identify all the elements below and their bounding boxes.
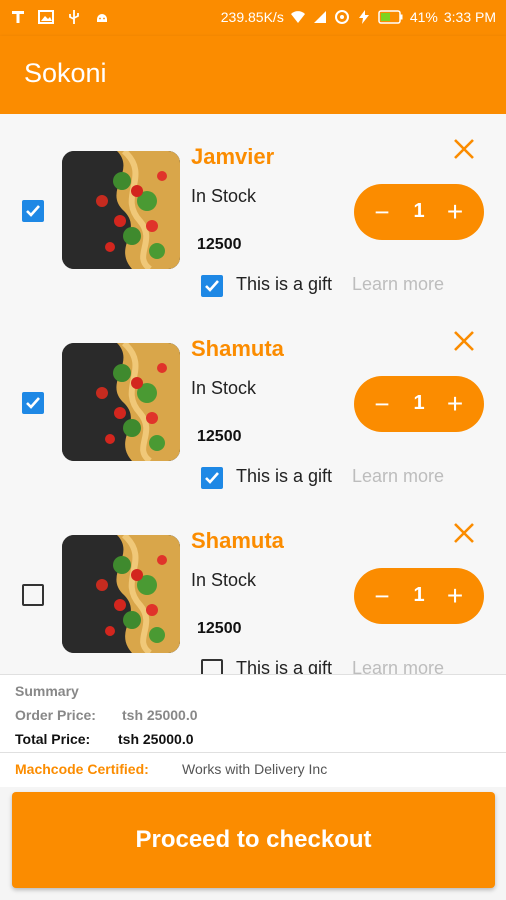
gift-checkbox[interactable] — [201, 659, 223, 674]
app-bar: Sokoni — [0, 36, 506, 114]
certification-row: Machcode Certified: Works with Delivery … — [0, 752, 506, 787]
quantity-value: 1 — [413, 392, 425, 414]
summary-title: Summary — [15, 683, 79, 699]
cart-item: Shamuta In Stock 12500 − 1 + This is a g… — [0, 306, 506, 498]
quantity-value: 1 — [413, 584, 425, 606]
charging-bolt-icon — [358, 10, 369, 24]
gift-label[interactable]: This is a gift — [236, 466, 332, 487]
proceed-to-checkout-button[interactable]: Proceed to checkout — [12, 792, 495, 888]
select-item-checkbox[interactable] — [22, 200, 44, 222]
total-price-label: Total Price: — [15, 731, 91, 747]
checkmark-icon — [205, 472, 219, 484]
learn-more-link[interactable]: Learn more — [352, 658, 444, 674]
checkmark-icon — [26, 397, 40, 409]
select-item-checkbox[interactable] — [22, 392, 44, 414]
sync-icon — [334, 10, 349, 24]
decrement-button[interactable]: − — [370, 198, 394, 226]
product-image — [62, 151, 180, 269]
product-image — [62, 343, 180, 461]
product-image — [62, 535, 180, 653]
order-summary: Summary Order Price: tsh 25000.0 Total P… — [0, 674, 506, 753]
certification-value: Works with Delivery Inc — [182, 761, 328, 777]
battery-icon — [378, 10, 403, 24]
usb-icon — [69, 10, 79, 24]
quantity-stepper: − 1 + — [354, 568, 484, 624]
gift-label[interactable]: This is a gift — [236, 274, 332, 295]
stock-status: In Stock — [191, 570, 257, 590]
cart-list[interactable]: Jamvier In Stock 12500 − 1 + This is a g… — [0, 114, 506, 674]
remove-item-close-icon[interactable] — [451, 136, 477, 162]
network-speed: 239.85K/s — [220, 9, 284, 25]
certification-label: Machcode Certified: — [15, 761, 149, 777]
remove-item-close-icon[interactable] — [451, 328, 477, 354]
status-bar: 239.85K/s 41% 3:33 PM — [0, 0, 506, 36]
battery-level: 41% — [409, 9, 438, 25]
product-name[interactable]: Shamuta — [191, 336, 284, 362]
status-bar-system: 239.85K/s 41% 3:33 PM — [221, 9, 496, 25]
quantity-stepper: − 1 + — [354, 184, 484, 240]
learn-more-link[interactable]: Learn more — [352, 274, 444, 295]
quantity-stepper: − 1 + — [354, 376, 484, 432]
status-bar-notifications — [10, 9, 110, 25]
product-price: 12500 — [197, 236, 242, 253]
android-icon — [97, 14, 107, 22]
image-icon — [38, 10, 54, 24]
quantity-value: 1 — [413, 200, 425, 222]
select-item-checkbox[interactable] — [22, 584, 44, 606]
decrement-button[interactable]: − — [370, 390, 394, 418]
product-name[interactable]: Jamvier — [191, 144, 274, 170]
clock: 3:33 PM — [443, 9, 496, 25]
order-price-value: tsh 25000.0 — [122, 707, 198, 723]
product-price: 12500 — [197, 428, 242, 445]
increment-button[interactable]: + — [442, 198, 468, 226]
app-title: Sokoni — [24, 58, 107, 88]
gift-checkbox[interactable] — [201, 275, 223, 297]
total-price-value: tsh 25000.0 — [118, 731, 194, 747]
learn-more-link[interactable]: Learn more — [352, 466, 444, 487]
increment-button[interactable]: + — [442, 582, 468, 610]
stock-status: In Stock — [191, 186, 257, 206]
increment-button[interactable]: + — [442, 390, 468, 418]
cart-item: Jamvier In Stock 12500 − 1 + This is a g… — [0, 114, 506, 306]
checkmark-icon — [26, 205, 40, 217]
remove-item-close-icon[interactable] — [451, 520, 477, 546]
product-price: 12500 — [197, 620, 242, 637]
gift-label[interactable]: This is a gift — [236, 658, 332, 674]
cart-item: Shamuta In Stock 12500 − 1 + This is a g… — [0, 498, 506, 674]
gift-checkbox[interactable] — [201, 467, 223, 489]
order-price-label: Order Price: — [15, 707, 96, 723]
checkmark-icon — [205, 280, 219, 292]
signal-icon — [313, 11, 326, 23]
notification-t-icon — [12, 11, 24, 23]
decrement-button[interactable]: − — [370, 582, 394, 610]
product-name[interactable]: Shamuta — [191, 528, 284, 554]
wifi-icon — [290, 11, 305, 23]
stock-status: In Stock — [191, 378, 257, 398]
